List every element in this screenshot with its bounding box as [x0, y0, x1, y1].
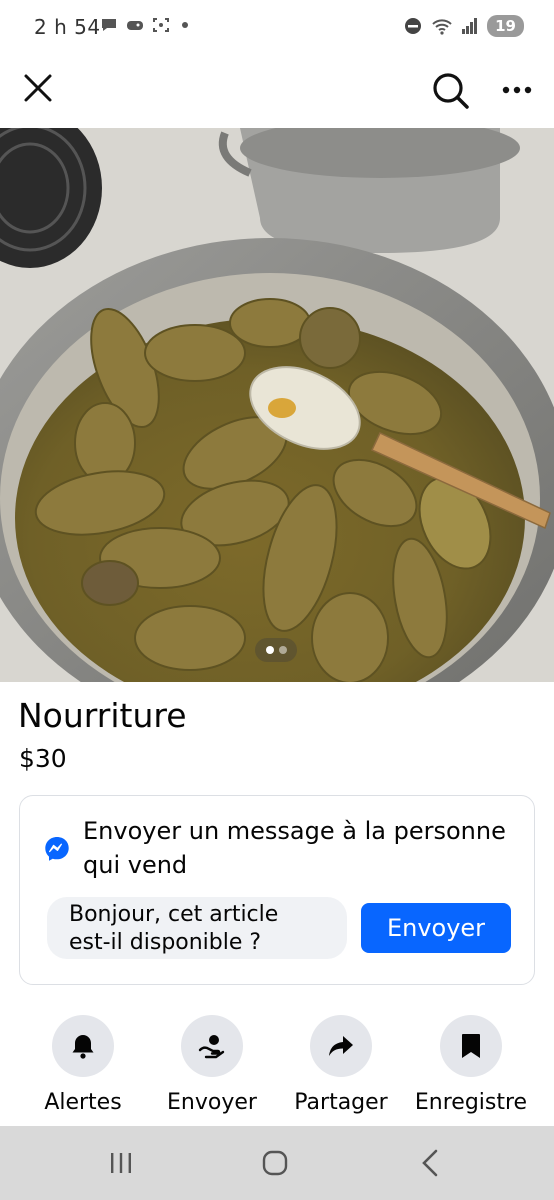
- gamepad-icon: [127, 21, 143, 30]
- home-icon[interactable]: [262, 1150, 288, 1176]
- search-icon[interactable]: [428, 68, 472, 112]
- save-action[interactable]: Enregistre: [401, 1015, 541, 1117]
- status-time: 2 h 54: [34, 15, 101, 39]
- bookmark-icon: [462, 1034, 480, 1058]
- message-heading: Envoyer un message à la personne qui ven…: [83, 817, 506, 879]
- pager-dot: [278, 646, 287, 654]
- wifi-icon: [432, 19, 452, 35]
- chat-bubble-icon: [102, 19, 116, 31]
- back-icon[interactable]: [418, 1148, 444, 1178]
- food-photo-illustration: [0, 128, 554, 682]
- share-action[interactable]: Partager: [271, 1015, 411, 1117]
- screenshot-icon: [153, 18, 169, 32]
- bell-icon: [72, 1035, 94, 1059]
- alerts-action[interactable]: Alertes: [13, 1015, 153, 1117]
- alerts-button[interactable]: [52, 1015, 114, 1077]
- share-icon: [329, 1036, 353, 1056]
- top-bar: [0, 56, 554, 126]
- messenger-icon: [45, 837, 69, 861]
- recent-apps-icon[interactable]: [108, 1150, 134, 1176]
- more-icon[interactable]: [496, 70, 540, 110]
- send-button[interactable]: Envoyer: [361, 903, 511, 953]
- more-notifications-icon: [182, 22, 188, 28]
- make-offer-action[interactable]: Envoyer: [142, 1015, 282, 1117]
- photo-pager: [255, 638, 297, 662]
- pager-dot-active: [265, 646, 274, 654]
- listing-title: Nourriture: [18, 696, 187, 735]
- save-label: Enregistre: [414, 1090, 528, 1115]
- message-seller-card: Envoyer un message à la personne qui ven…: [19, 795, 535, 985]
- notification-icons: [100, 17, 188, 33]
- message-input[interactable]: Bonjour, cet article est-il disponible ?: [47, 897, 347, 959]
- action-row: Alertes Envoyer Partager Enregistre: [0, 1015, 554, 1125]
- system-icons: 19: [403, 15, 524, 37]
- listing-price: $30: [19, 744, 67, 773]
- alerts-label: Alertes: [44, 1090, 122, 1115]
- listing-photo[interactable]: [0, 128, 554, 682]
- offer-icon: [198, 1035, 225, 1059]
- signal-icon: [462, 18, 478, 34]
- make-offer-button[interactable]: [181, 1015, 243, 1077]
- system-nav-bar: [0, 1126, 554, 1200]
- do-not-disturb-icon: [405, 18, 422, 34]
- battery-indicator: 19: [487, 15, 524, 37]
- make-offer-label: Envoyer: [167, 1090, 257, 1115]
- status-bar: 2 h 54 19: [0, 0, 554, 56]
- share-button[interactable]: [310, 1015, 372, 1077]
- close-icon[interactable]: [18, 68, 58, 108]
- share-label: Partager: [294, 1090, 388, 1115]
- save-button[interactable]: [440, 1015, 502, 1077]
